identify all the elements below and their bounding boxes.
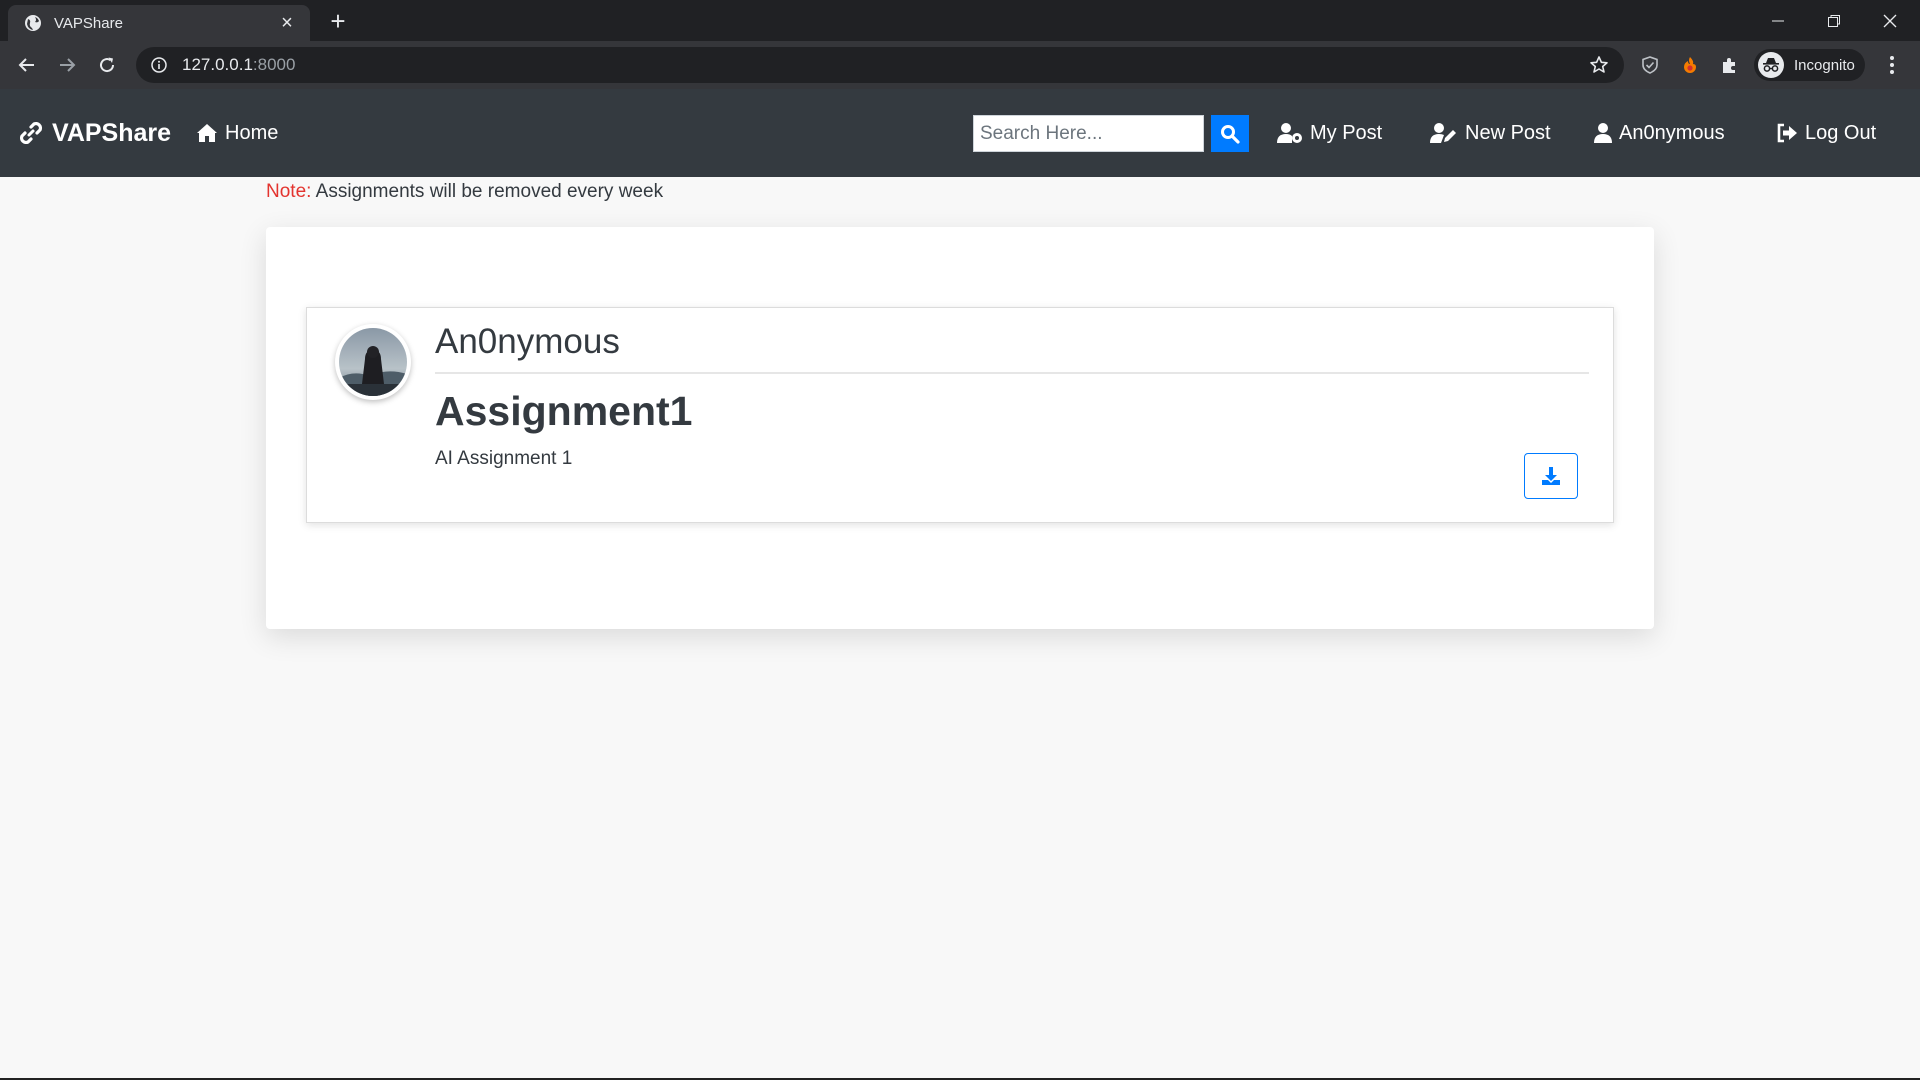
- search-button[interactable]: [1211, 115, 1249, 152]
- nav-logout[interactable]: Log Out: [1776, 89, 1876, 177]
- browser-toolbar: 127.0.0.1:8000 Incognito: [0, 41, 1920, 89]
- globe-icon: [24, 14, 42, 32]
- nav-user-profile[interactable]: An0nymous: [1594, 89, 1725, 177]
- url-host: 127.0.0.1: [182, 55, 253, 74]
- user-icon: [1594, 123, 1612, 143]
- home-icon: [197, 124, 217, 142]
- nav-my-post-label: My Post: [1310, 121, 1383, 144]
- fire-extension-icon[interactable]: [1676, 51, 1704, 79]
- brand-link[interactable]: VAPShare: [18, 89, 171, 177]
- back-icon[interactable]: [11, 49, 43, 81]
- user-edit-icon: [1430, 123, 1456, 143]
- avatar-image: [339, 328, 407, 396]
- info-icon[interactable]: [150, 56, 168, 74]
- incognito-icon: [1758, 52, 1784, 78]
- nav-logout-label: Log Out: [1805, 121, 1877, 144]
- link-icon: [19, 121, 43, 145]
- user-cog-icon: [1277, 123, 1302, 143]
- puzzle-extensions-icon[interactable]: [1716, 51, 1744, 79]
- nav-user-label: An0nymous: [1619, 121, 1725, 144]
- avatar: [335, 324, 411, 400]
- site-navbar: VAPShare Home My Post New Post: [0, 89, 1920, 177]
- nav-home[interactable]: Home: [196, 89, 278, 177]
- new-tab-button[interactable]: +: [324, 8, 352, 36]
- tab-title: VAPShare: [54, 14, 123, 32]
- note-message: Note: Assignments will be removed every …: [266, 181, 663, 203]
- posts-container: An0nymous Assignment1 AI Assignment 1: [266, 227, 1654, 629]
- close-tab-icon[interactable]: ×: [276, 13, 298, 33]
- browser-tab[interactable]: VAPShare ×: [8, 5, 310, 41]
- incognito-profile-button[interactable]: Incognito: [1754, 49, 1865, 81]
- nav-new-post-label: New Post: [1465, 121, 1551, 144]
- download-icon: [1542, 467, 1560, 485]
- restore-icon[interactable]: [1806, 0, 1862, 41]
- post-author: An0nymous: [435, 322, 620, 361]
- browser-menu-icon[interactable]: [1880, 53, 1904, 77]
- search-icon: [1221, 124, 1240, 144]
- forward-icon[interactable]: [51, 49, 83, 81]
- nav-home-label: Home: [225, 121, 279, 144]
- shield-extension-icon[interactable]: [1636, 51, 1664, 79]
- url-port: :8000: [252, 55, 296, 74]
- reload-icon[interactable]: [91, 49, 123, 81]
- nav-my-post[interactable]: My Post: [1277, 89, 1382, 177]
- bookmark-star-icon[interactable]: [1588, 54, 1610, 76]
- post-card: An0nymous Assignment1 AI Assignment 1: [306, 307, 1614, 523]
- address-bar[interactable]: 127.0.0.1:8000: [136, 47, 1624, 83]
- brand-name: VAPShare: [52, 118, 172, 147]
- post-description: AI Assignment 1: [435, 448, 573, 469]
- nav-new-post[interactable]: New Post: [1430, 89, 1551, 177]
- minimize-icon[interactable]: [1750, 0, 1806, 41]
- note-text: Assignments will be removed every week: [311, 181, 664, 202]
- browser-tabstrip: VAPShare × +: [0, 0, 1920, 41]
- incognito-label: Incognito: [1794, 56, 1855, 74]
- divider: [435, 372, 1589, 374]
- search-input[interactable]: [973, 115, 1204, 152]
- post-title: Assignment1: [435, 388, 693, 434]
- close-window-icon[interactable]: [1862, 0, 1918, 41]
- note-label: Note:: [266, 181, 312, 202]
- sign-out-icon: [1777, 123, 1797, 143]
- download-button[interactable]: [1524, 453, 1578, 499]
